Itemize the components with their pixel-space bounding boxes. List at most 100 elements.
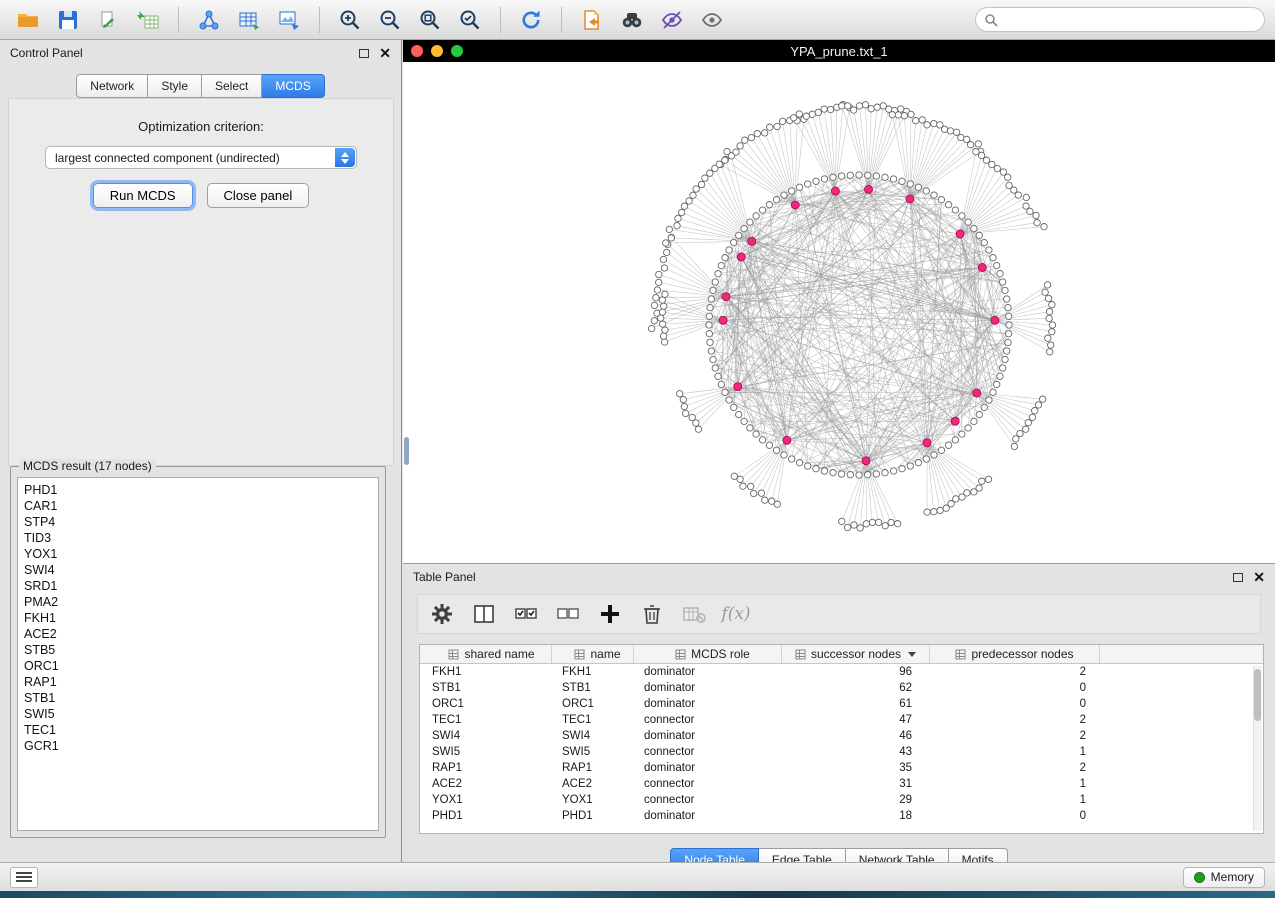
mcds-result-item[interactable]: GCR1 xyxy=(24,738,378,754)
dominator-node[interactable] xyxy=(862,457,870,465)
leaf-node[interactable] xyxy=(857,525,863,531)
network-node[interactable] xyxy=(1005,304,1011,310)
global-search-field[interactable] xyxy=(975,7,1265,32)
network-node[interactable] xyxy=(710,356,716,362)
leaf-node[interactable] xyxy=(742,137,748,143)
leaf-node[interactable] xyxy=(1027,208,1033,214)
leaf-node[interactable] xyxy=(1047,349,1053,355)
network-node[interactable] xyxy=(753,431,759,437)
network-node[interactable] xyxy=(715,373,721,379)
network-node[interactable] xyxy=(712,365,718,371)
network-node[interactable] xyxy=(899,178,905,184)
table-row[interactable]: PHD1PHD1dominator180 xyxy=(420,808,1263,824)
mcds-result-item[interactable]: STP4 xyxy=(24,514,378,530)
leaf-node[interactable] xyxy=(660,256,666,262)
dominator-node[interactable] xyxy=(831,187,839,195)
mcds-result-item[interactable]: STB1 xyxy=(24,690,378,706)
network-node[interactable] xyxy=(1000,279,1006,285)
table-row[interactable]: SWI5SWI5connector431 xyxy=(420,744,1263,760)
share-document-button[interactable] xyxy=(574,4,610,36)
leaf-node[interactable] xyxy=(737,143,743,149)
leaf-node[interactable] xyxy=(1033,212,1039,218)
leaf-node[interactable] xyxy=(758,490,764,496)
network-node[interactable] xyxy=(945,442,951,448)
network-node[interactable] xyxy=(873,471,879,477)
network-node[interactable] xyxy=(915,184,921,190)
network-node[interactable] xyxy=(722,389,728,395)
leaf-node[interactable] xyxy=(827,106,833,112)
network-node[interactable] xyxy=(707,304,713,310)
leaf-node[interactable] xyxy=(666,226,672,232)
leaf-node[interactable] xyxy=(889,112,895,118)
leaf-node[interactable] xyxy=(1040,396,1046,402)
leaf-node[interactable] xyxy=(774,123,780,129)
maximize-window-icon[interactable] xyxy=(451,45,463,57)
table-row[interactable]: RAP1RAP1dominator352 xyxy=(420,760,1263,776)
dominator-node[interactable] xyxy=(791,201,799,209)
table-settings-button[interactable] xyxy=(428,600,456,628)
leaf-node[interactable] xyxy=(1045,295,1051,301)
leaf-node[interactable] xyxy=(839,518,845,524)
mcds-result-item[interactable]: SRD1 xyxy=(24,578,378,594)
leaf-node[interactable] xyxy=(1023,426,1029,432)
run-mcds-button[interactable]: Run MCDS xyxy=(93,183,193,208)
mcds-result-item[interactable]: FKH1 xyxy=(24,610,378,626)
network-node[interactable] xyxy=(990,255,996,261)
network-node[interactable] xyxy=(907,181,913,187)
network-node[interactable] xyxy=(915,460,921,466)
leaf-node[interactable] xyxy=(1023,194,1029,200)
network-node[interactable] xyxy=(1000,365,1006,371)
leaf-node[interactable] xyxy=(1046,315,1052,321)
network-node[interactable] xyxy=(747,425,753,431)
mcds-result-item[interactable]: TEC1 xyxy=(24,722,378,738)
network-node[interactable] xyxy=(718,381,724,387)
network-node[interactable] xyxy=(736,411,742,417)
mcds-result-item[interactable]: PMA2 xyxy=(24,594,378,610)
leaf-node[interactable] xyxy=(1041,224,1047,230)
network-node[interactable] xyxy=(718,262,724,268)
network-node[interactable] xyxy=(938,447,944,453)
network-node[interactable] xyxy=(706,331,712,337)
network-node[interactable] xyxy=(965,425,971,431)
leaf-node[interactable] xyxy=(862,102,868,108)
leaf-node[interactable] xyxy=(894,521,900,527)
create-column-button[interactable] xyxy=(596,600,624,628)
network-node[interactable] xyxy=(766,442,772,448)
leaf-node[interactable] xyxy=(740,483,746,489)
leaf-node[interactable] xyxy=(1048,342,1054,348)
leaf-node[interactable] xyxy=(943,505,949,511)
open-file-button[interactable] xyxy=(10,4,46,36)
network-node[interactable] xyxy=(882,174,888,180)
dominator-node[interactable] xyxy=(973,389,981,397)
network-node[interactable] xyxy=(990,389,996,395)
table-row[interactable]: TEC1TEC1connector472 xyxy=(420,712,1263,728)
show-graphics-button[interactable] xyxy=(694,4,730,36)
network-node[interactable] xyxy=(789,188,795,194)
leaf-node[interactable] xyxy=(651,302,657,308)
leaf-node[interactable] xyxy=(1049,322,1055,328)
network-node[interactable] xyxy=(981,239,987,245)
leaf-node[interactable] xyxy=(733,149,739,155)
zoom-in-button[interactable] xyxy=(332,4,368,36)
network-node[interactable] xyxy=(899,466,905,472)
leaf-node[interactable] xyxy=(1029,414,1035,420)
leaf-node[interactable] xyxy=(659,309,665,315)
leaf-node[interactable] xyxy=(1034,220,1040,226)
leaf-node[interactable] xyxy=(845,103,851,109)
network-node[interactable] xyxy=(722,255,728,261)
leaf-node[interactable] xyxy=(844,524,850,530)
network-node[interactable] xyxy=(731,404,737,410)
network-node[interactable] xyxy=(830,470,836,476)
network-node[interactable] xyxy=(796,184,802,190)
mcds-result-item[interactable]: ORC1 xyxy=(24,658,378,674)
scrollbar-thumb[interactable] xyxy=(1254,669,1261,721)
dominator-node[interactable] xyxy=(951,417,959,425)
network-node[interactable] xyxy=(708,296,714,302)
network-node[interactable] xyxy=(976,411,982,417)
network-node[interactable] xyxy=(838,173,844,179)
leaf-node[interactable] xyxy=(656,279,662,285)
network-node[interactable] xyxy=(773,197,779,203)
network-node[interactable] xyxy=(923,188,929,194)
optimization-criterion-dropdown[interactable]: largest connected component (undirected) xyxy=(45,146,357,169)
network-node[interactable] xyxy=(856,472,862,478)
